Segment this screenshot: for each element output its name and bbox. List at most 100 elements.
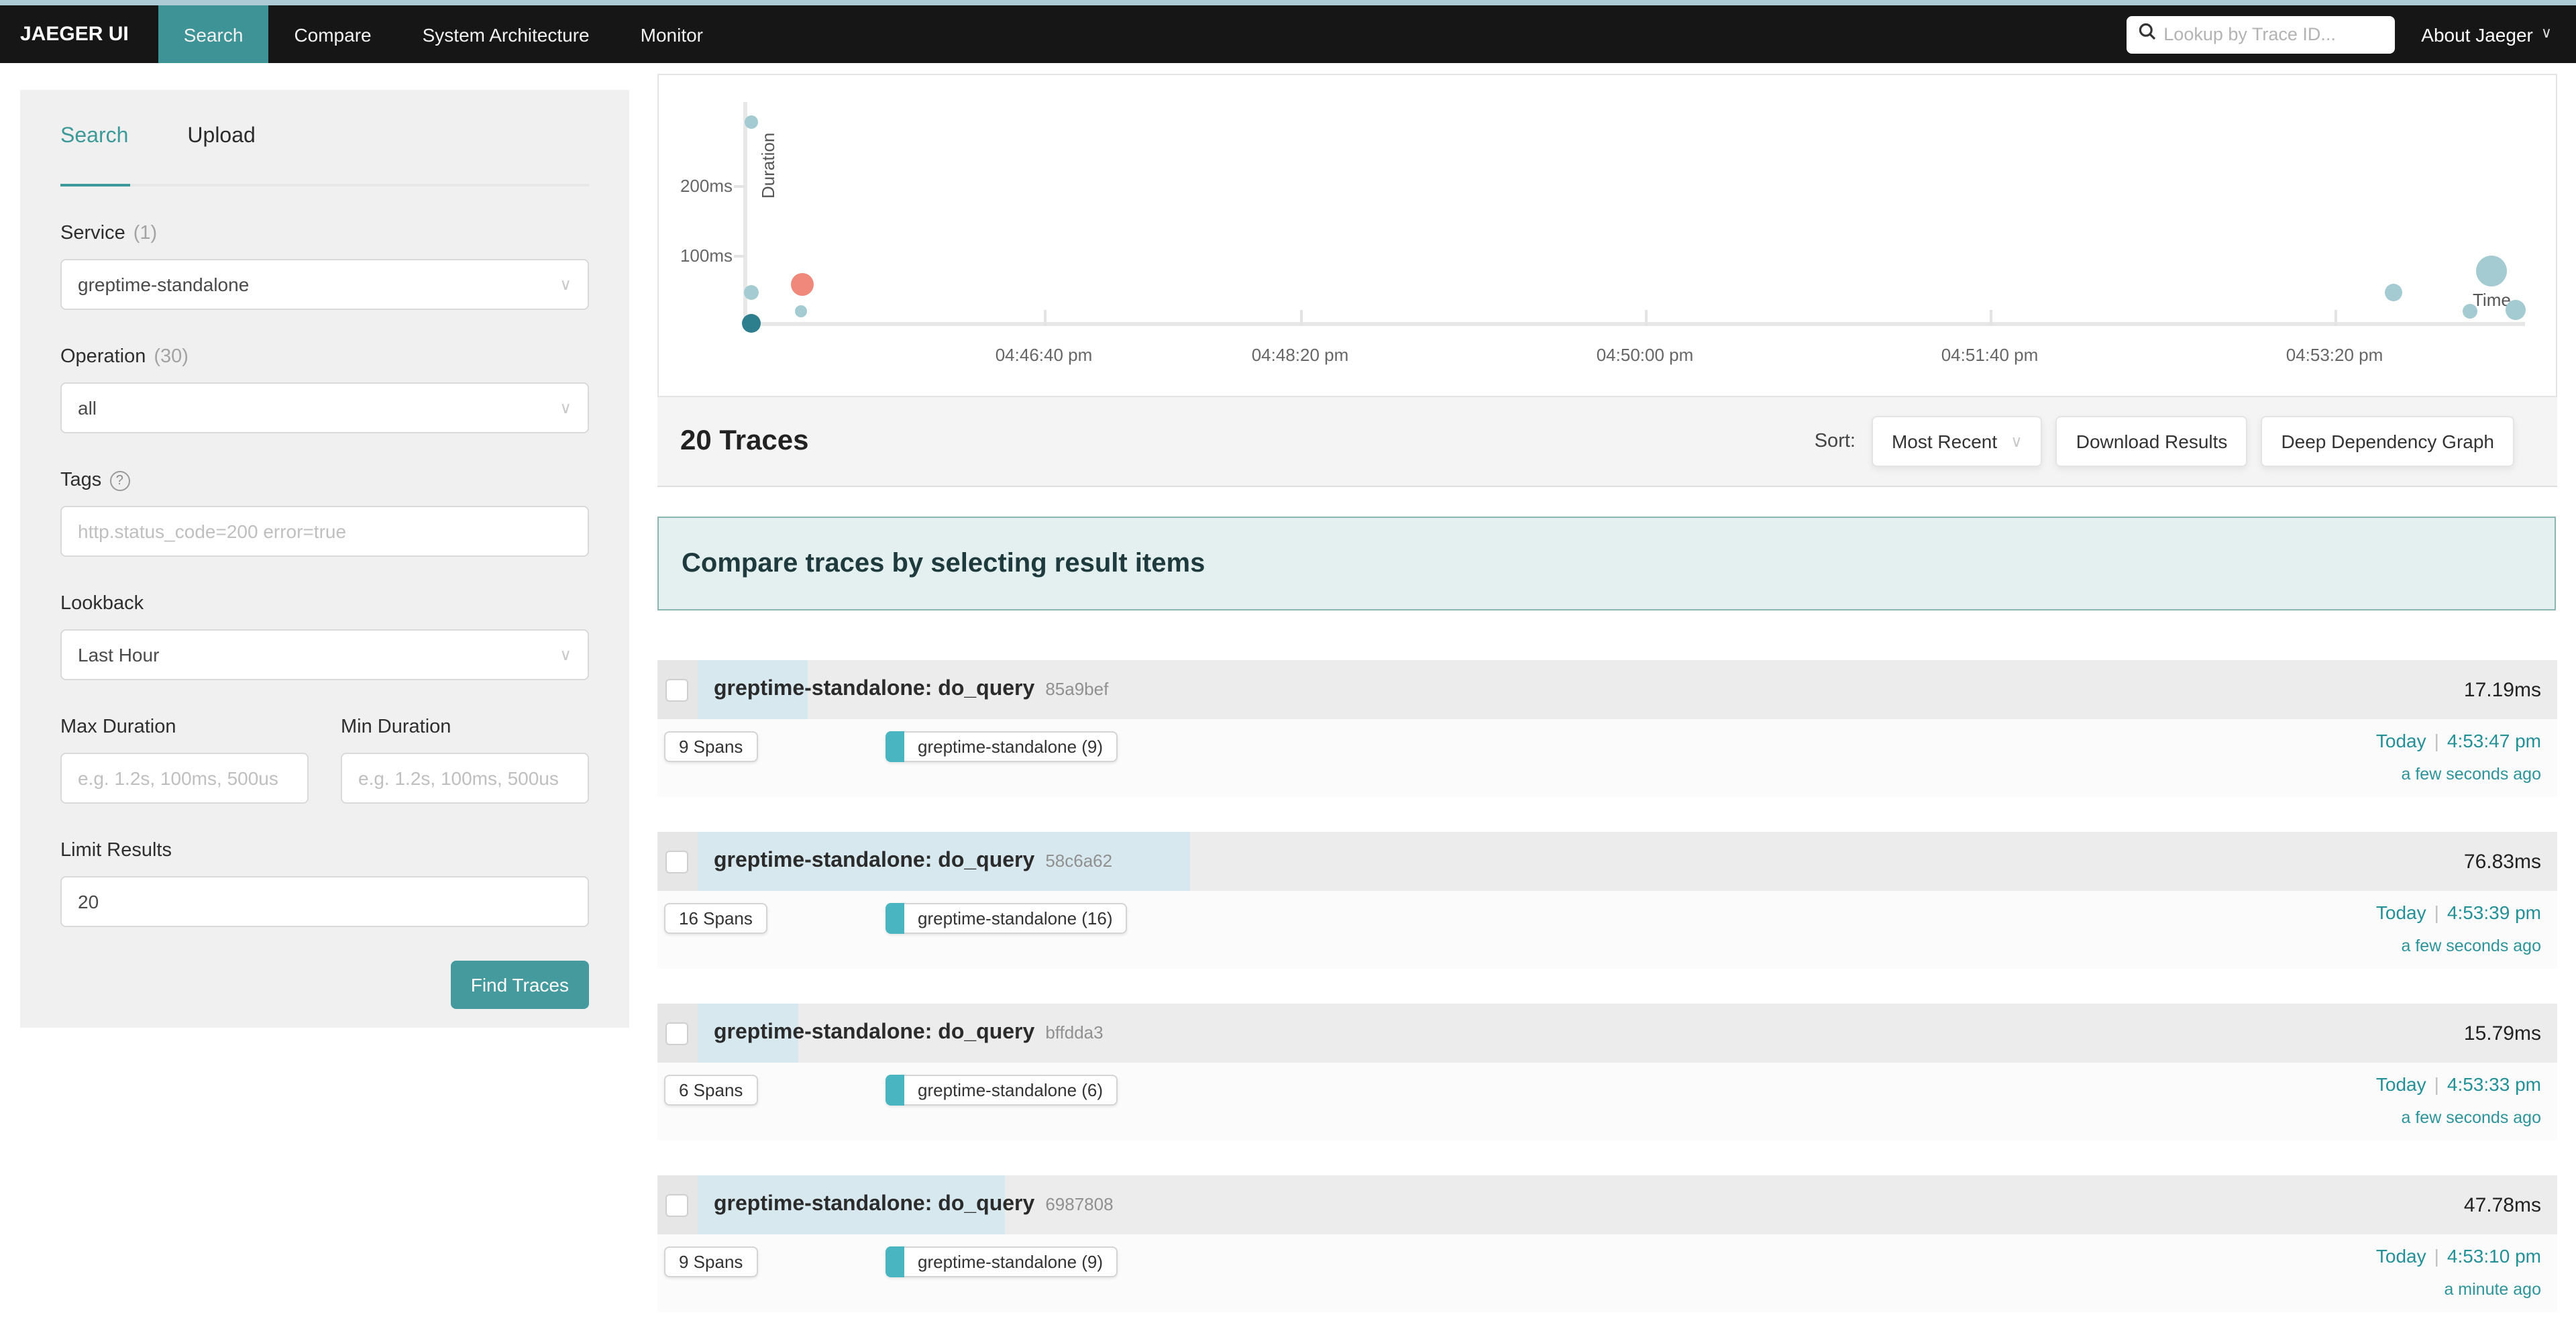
trace-service-operation: greptime-standalone: do_query <box>714 849 1034 872</box>
trace-day-link[interactable]: Today <box>2376 902 2426 923</box>
service-tag: greptime-standalone (9) <box>885 1246 1118 1277</box>
service-color-swatch <box>885 1246 904 1277</box>
trace-day-link[interactable]: Today <box>2376 1073 2426 1095</box>
nav-item-search[interactable]: Search <box>158 5 269 63</box>
help-icon[interactable]: ? <box>109 470 129 490</box>
sort-select[interactable]: Most Recent ∨ <box>1872 416 2043 467</box>
compare-checkbox[interactable] <box>665 1022 688 1045</box>
compare-checkbox[interactable] <box>665 850 688 873</box>
nav-right-group: About Jaeger ∨ <box>2126 5 2576 63</box>
lookback-select[interactable]: Last Hour ∨ <box>60 629 589 680</box>
trace-scatter-point[interactable] <box>742 314 761 333</box>
trace-scatter-point[interactable] <box>2463 304 2477 319</box>
trace-lookup-input[interactable] <box>2163 24 2382 44</box>
timestamp-separator: | <box>2434 730 2439 751</box>
results-count-title: 20 Traces <box>680 425 809 458</box>
trace-title[interactable]: greptime-standalone: do_querybffdda3 <box>714 1021 1104 1045</box>
compare-checkbox[interactable] <box>665 1193 688 1216</box>
trace-result-row[interactable]: greptime-standalone: do_query6987808 47.… <box>657 1175 2557 1312</box>
find-traces-button[interactable]: Find Traces <box>451 961 589 1009</box>
limit-results-label: Limit Results <box>60 840 172 861</box>
trace-result-row[interactable]: greptime-standalone: do_query58c6a62 76.… <box>657 832 2557 969</box>
min-duration-box <box>341 753 589 804</box>
trace-time-link[interactable]: 4:53:39 pm <box>2447 902 2541 923</box>
about-jaeger-label: About Jaeger <box>2421 23 2533 45</box>
trace-result-row[interactable]: greptime-standalone: do_querybffdda3 15.… <box>657 1004 2557 1140</box>
trace-timestamp: Today | 4:53:10 pm <box>2376 1245 2541 1267</box>
operation-label: Operation <box>60 346 146 368</box>
trace-service-operation: greptime-standalone: do_query <box>714 1193 1034 1216</box>
nav-item-monitor[interactable]: Monitor <box>615 5 729 63</box>
sort-value: Most Recent <box>1892 431 1997 452</box>
tab-upload[interactable]: Upload <box>187 125 255 168</box>
trace-scatter-point[interactable] <box>2385 284 2402 301</box>
max-duration-label: Max Duration <box>60 716 176 738</box>
trace-scatter-point[interactable] <box>744 285 759 300</box>
x-tick-label: 04:48:20 pm <box>1252 345 1349 365</box>
deep-dependency-graph-button[interactable]: Deep Dependency Graph <box>2261 416 2514 467</box>
trace-title[interactable]: greptime-standalone: do_query 58c6a62 <box>714 849 1112 873</box>
tab-search[interactable]: Search <box>60 125 128 168</box>
chevron-down-icon: ∨ <box>559 275 572 294</box>
operation-group: Operation(30) all ∨ <box>60 346 589 433</box>
trace-title[interactable]: greptime-standalone: do_query85a9bef <box>714 678 1108 702</box>
timestamp-separator: | <box>2434 902 2439 923</box>
trace-scatter-point[interactable] <box>795 305 807 317</box>
trace-row-header[interactable]: greptime-standalone: do_querybffdda3 15.… <box>657 1004 2557 1063</box>
trace-row-header[interactable]: greptime-standalone: do_query6987808 47.… <box>657 1175 2557 1234</box>
compare-traces-banner-text: Compare traces by selecting result items <box>682 548 1205 579</box>
tags-group: Tags? <box>60 470 589 557</box>
trace-title[interactable]: greptime-standalone: do_query6987808 <box>714 1193 1114 1217</box>
app-logo[interactable]: JAEGER UI <box>0 5 158 63</box>
trace-scatter-point[interactable] <box>2506 300 2526 320</box>
trace-time-link[interactable]: 4:53:47 pm <box>2447 730 2541 751</box>
chevron-down-icon: ∨ <box>2541 27 2552 42</box>
results-column: 200ms100ms04:46:40 pm04:48:20 pm04:50:00… <box>657 63 2557 1335</box>
trace-scatter-point[interactable] <box>745 115 758 129</box>
trace-duration: 17.19ms <box>2464 678 2557 701</box>
max-duration-input[interactable] <box>78 767 291 789</box>
nav-item-compare[interactable]: Compare <box>268 5 396 63</box>
compare-traces-banner: Compare traces by selecting result items <box>657 517 2556 610</box>
compare-checkbox[interactable] <box>665 678 688 701</box>
trace-result-row[interactable]: greptime-standalone: do_query85a9bef 17.… <box>657 660 2557 797</box>
about-jaeger-menu[interactable]: About Jaeger ∨ <box>2421 23 2552 45</box>
service-label: Service <box>60 223 125 244</box>
service-select[interactable]: greptime-standalone ∨ <box>60 259 589 310</box>
limit-results-input[interactable] <box>78 891 572 912</box>
trace-service-operation: greptime-standalone: do_query <box>714 1021 1034 1044</box>
jaeger-search-page: JAEGER UI Search Compare System Architec… <box>0 0 2576 1335</box>
timestamp-separator: | <box>2434 1245 2439 1267</box>
trace-scatter-point[interactable] <box>2476 256 2507 286</box>
tags-input[interactable] <box>78 521 572 542</box>
checkbox-column <box>657 1004 698 1063</box>
x-tick-mark <box>1645 310 1648 326</box>
trace-day-link[interactable]: Today <box>2376 1245 2426 1267</box>
trace-timestamp: Today | 4:53:47 pm <box>2376 730 2541 751</box>
active-tab-ink <box>60 184 130 186</box>
chevron-down-icon: ∨ <box>559 398 572 417</box>
download-results-button[interactable]: Download Results <box>2056 416 2248 467</box>
x-tick-label: 04:51:40 pm <box>1941 345 2039 365</box>
operation-select[interactable]: all ∨ <box>60 382 589 433</box>
service-tag-label: greptime-standalone (9) <box>904 731 1118 762</box>
duration-scatter-plot[interactable]: 200ms100ms04:46:40 pm04:48:20 pm04:50:00… <box>657 74 2557 397</box>
x-tick-label: 04:53:20 pm <box>2286 345 2383 365</box>
trace-scatter-point[interactable] <box>791 273 814 296</box>
trace-time-link[interactable]: 4:53:10 pm <box>2447 1245 2541 1267</box>
y-tick-label: 100ms <box>668 246 733 266</box>
min-duration-input[interactable] <box>358 767 572 789</box>
trace-day-link[interactable]: Today <box>2376 730 2426 751</box>
service-tag: greptime-standalone (9) <box>885 731 1118 762</box>
span-count-pill: 9 Spans <box>664 731 757 762</box>
trace-row-header[interactable]: greptime-standalone: do_query58c6a62 76.… <box>657 832 2557 891</box>
max-duration-box <box>60 753 309 804</box>
nav-item-system-architecture[interactable]: System Architecture <box>397 5 615 63</box>
trace-row-header[interactable]: greptime-standalone: do_query85a9bef 17.… <box>657 660 2557 719</box>
tab-divider <box>60 184 589 186</box>
trace-id: 58c6a62 <box>1045 851 1112 871</box>
trace-time-link[interactable]: 4:53:33 pm <box>2447 1073 2541 1095</box>
chevron-down-icon: ∨ <box>559 645 572 664</box>
lookback-label: Lookback <box>60 593 144 615</box>
x-tick-label: 04:50:00 pm <box>1597 345 1694 365</box>
